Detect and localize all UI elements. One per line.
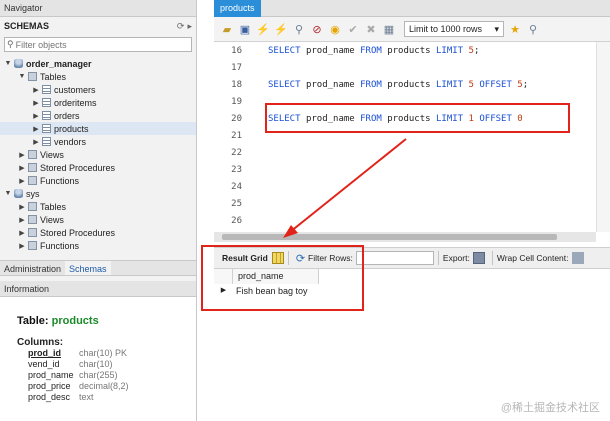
watermark: @稀土掘金技术社区 (500, 402, 600, 414)
highlight-arrow (283, 138, 407, 238)
